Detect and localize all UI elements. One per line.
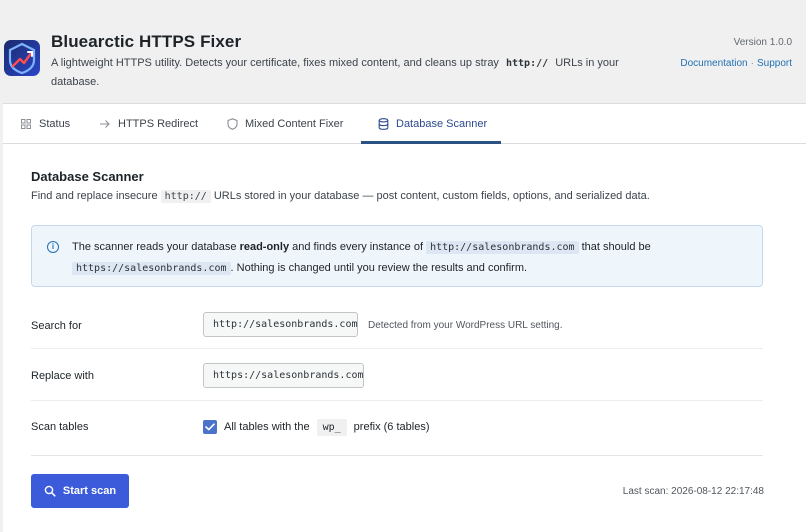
- tab-bar: Status HTTPS Redirect Mixed Content Fixe…: [3, 104, 806, 144]
- shield-icon: [225, 117, 239, 131]
- tab-mixed-content-fixer-label: Mixed Content Fixer: [245, 118, 344, 130]
- tab-database-scanner[interactable]: Database Scanner: [376, 104, 487, 144]
- app-title: Bluearctic HTTPS Fixer: [51, 32, 242, 51]
- replace-row: Replace with https://salesonbrands.com: [31, 349, 763, 401]
- tables-text: All tables with the: [224, 421, 310, 433]
- search-hint: Detected from your WordPress URL setting…: [368, 320, 563, 331]
- grid-icon: [19, 117, 33, 131]
- tables-checkbox-label: All tables with the wp_ prefix (6 tables…: [224, 416, 429, 438]
- shield-arrow-logo-icon: [4, 40, 40, 76]
- tables-checkbox[interactable]: [203, 420, 217, 434]
- notice-https-url: https://salesonbrands.com: [72, 262, 231, 275]
- section-description-text-end: URLs stored in your database — post cont…: [213, 190, 650, 202]
- search-input[interactable]: http://salesonbrands.com: [203, 312, 358, 337]
- notice-text-part2: and finds every instance of: [292, 241, 423, 253]
- tab-status-label: Status: [39, 118, 71, 130]
- last-scan-timestamp: Last scan: 2026-08-12 22:17:48: [622, 486, 764, 497]
- tables-text-end: prefix (6 tables): [353, 421, 430, 433]
- link-separator: ·: [750, 58, 754, 69]
- tables-label: Scan tables: [31, 421, 89, 433]
- notice-text-part4: . Nothing is changed until you review th…: [230, 262, 528, 274]
- notice-text-part1: The scanner reads your database: [72, 241, 237, 253]
- table-prefix: wp_: [316, 418, 347, 436]
- start-scan-label: Start scan: [62, 485, 117, 497]
- documentation-link[interactable]: Documentation: [680, 58, 747, 69]
- info-notice: i The scanner reads your database read-o…: [31, 225, 763, 287]
- database-icon: [376, 117, 390, 131]
- notice-text-part3: that should be: [581, 241, 651, 253]
- arrow-right-icon: [98, 117, 112, 131]
- support-link[interactable]: Support: [757, 58, 792, 69]
- notice-http-url: http://salesonbrands.com: [426, 241, 579, 254]
- replace-label: Replace with: [31, 370, 94, 382]
- app-description-text: A lightweight HTTPS utility. Detects you…: [51, 57, 499, 69]
- search-label: Search for: [31, 320, 82, 332]
- replace-input[interactable]: https://salesonbrands.com: [203, 363, 364, 388]
- search-row: Search for http://salesonbrands.com Dete…: [31, 303, 763, 349]
- app-description-code: http://: [506, 58, 549, 69]
- tab-https-redirect[interactable]: HTTPS Redirect: [98, 104, 198, 144]
- info-icon: i: [47, 241, 59, 253]
- tab-https-redirect-label: HTTPS Redirect: [118, 118, 199, 130]
- tab-mixed-content-fixer[interactable]: Mixed Content Fixer: [225, 104, 343, 144]
- checkmark-icon: [205, 423, 215, 431]
- start-scan-button[interactable]: Start scan: [31, 474, 129, 508]
- version-label: Version 1.0.0: [733, 37, 792, 48]
- tab-status[interactable]: Status: [19, 104, 70, 144]
- notice-text: The scanner reads your database read-onl…: [72, 237, 732, 279]
- database-scanner-content: Database Scanner Find and replace insecu…: [3, 145, 806, 532]
- section-description-code: http://: [160, 190, 211, 203]
- header-links: Documentation · Support: [680, 58, 792, 69]
- tab-database-scanner-label: Database Scanner: [396, 118, 488, 130]
- app-description: A lightweight HTTPS utility. Detects you…: [51, 54, 641, 91]
- section-description-text: Find and replace insecure: [31, 190, 158, 202]
- notice-read-only: read-only: [239, 241, 290, 253]
- search-icon: [44, 485, 56, 497]
- active-tab-indicator: [361, 141, 501, 144]
- footer-divider: [31, 455, 763, 456]
- section-description: Find and replace insecure http:// URLs s…: [31, 190, 650, 203]
- tables-row: Scan tables All tables with the wp_ pref…: [31, 401, 763, 451]
- section-title: Database Scanner: [31, 169, 144, 184]
- settings-panel: Status HTTPS Redirect Mixed Content Fixe…: [3, 103, 806, 532]
- plugin-header: Bluearctic HTTPS Fixer A lightweight HTT…: [0, 0, 806, 102]
